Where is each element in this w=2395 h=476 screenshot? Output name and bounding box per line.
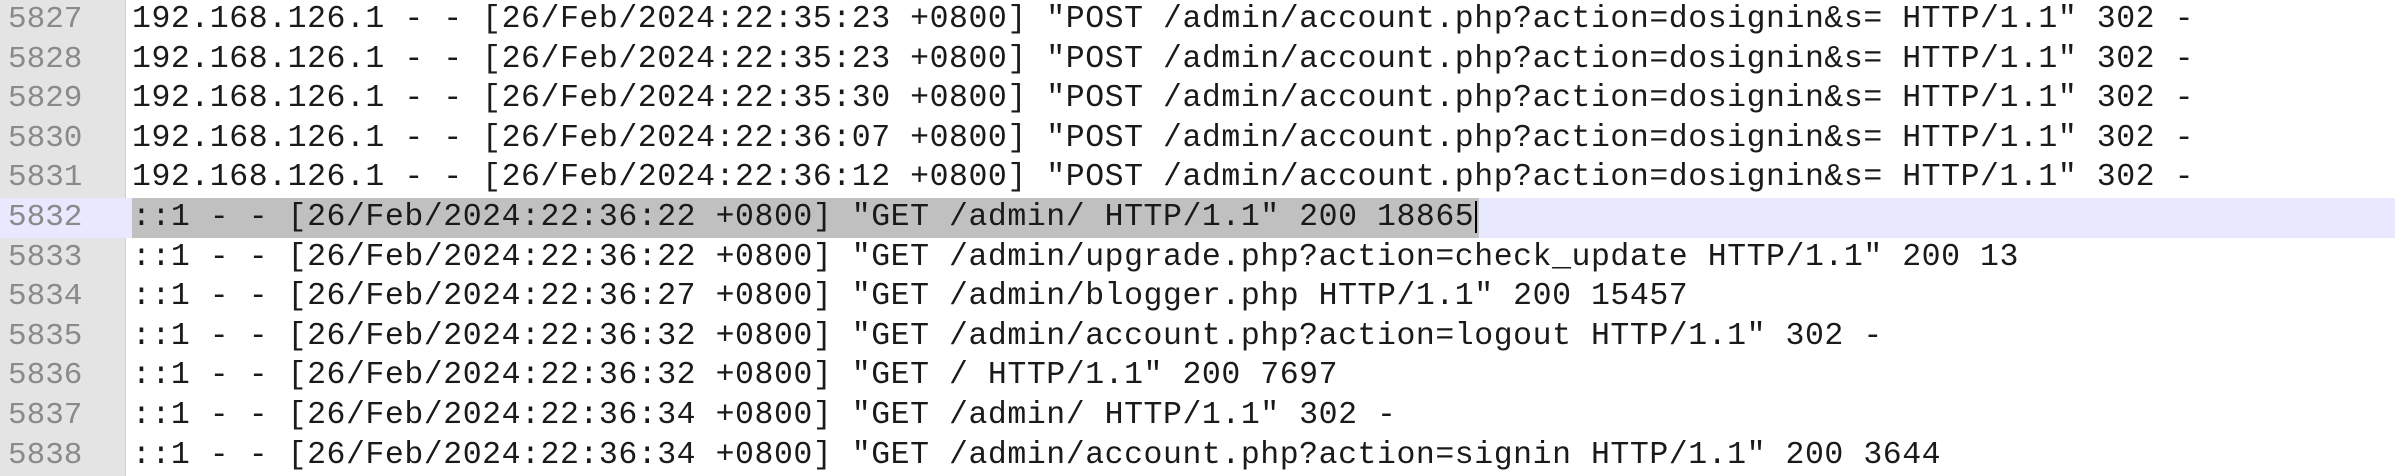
line-number: 5831 — [8, 160, 83, 196]
editor-line[interactable]: 5837 ::1 - - [26/Feb/2024:22:36:34 +0800… — [0, 396, 2395, 436]
editor-line[interactable]: 5831 192.168.126.1 - - [26/Feb/2024:22:3… — [0, 158, 2395, 198]
editor-line[interactable]: 5833 ::1 - - [26/Feb/2024:22:36:22 +0800… — [0, 238, 2395, 278]
line-text[interactable]: 192.168.126.1 - - [26/Feb/2024:22:35:30 … — [132, 79, 2194, 119]
editor-line[interactable]: 5829 192.168.126.1 - - [26/Feb/2024:22:3… — [0, 79, 2395, 119]
line-text[interactable]: ::1 - - [26/Feb/2024:22:36:34 +0800] "GE… — [132, 436, 1941, 476]
editor-line[interactable]: 5834 ::1 - - [26/Feb/2024:22:36:27 +0800… — [0, 277, 2395, 317]
editor-line[interactable]: 5828 192.168.126.1 - - [26/Feb/2024:22:3… — [0, 40, 2395, 80]
editor-line-current[interactable]: 5832 ::1 - - [26/Feb/2024:22:36:22 +0800… — [0, 197, 2395, 238]
line-number: 5828 — [8, 41, 83, 77]
line-number: 5832 — [8, 199, 83, 235]
line-number: 5829 — [8, 81, 83, 117]
line-number: 5837 — [8, 397, 83, 433]
line-number: 5835 — [8, 318, 83, 354]
line-text[interactable]: ::1 - - [26/Feb/2024:22:36:27 +0800] "GE… — [132, 277, 1688, 317]
line-text[interactable]: 192.168.126.1 - - [26/Feb/2024:22:36:12 … — [132, 158, 2194, 198]
line-number: 5833 — [8, 239, 83, 275]
line-text[interactable]: ::1 - - [26/Feb/2024:22:36:22 +0800] "GE… — [132, 238, 2019, 278]
text-caret — [1475, 200, 1478, 233]
line-number: 5827 — [8, 2, 83, 37]
editor-line[interactable]: 5836 ::1 - - [26/Feb/2024:22:36:32 +0800… — [0, 356, 2395, 396]
editor-lines[interactable]: 5827 192.168.126.1 - - [26/Feb/2024:22:3… — [0, 0, 2395, 475]
line-text[interactable]: ::1 - - [26/Feb/2024:22:36:34 +0800] "GE… — [132, 396, 1396, 436]
line-text[interactable]: 192.168.126.1 - - [26/Feb/2024:22:36:07 … — [132, 119, 2194, 159]
line-number: 5838 — [8, 437, 83, 473]
editor-line[interactable]: 5827 192.168.126.1 - - [26/Feb/2024:22:3… — [0, 0, 2395, 40]
editor-line[interactable]: 5835 ::1 - - [26/Feb/2024:22:36:32 +0800… — [0, 317, 2395, 357]
line-text[interactable]: ::1 - - [26/Feb/2024:22:36:32 +0800] "GE… — [132, 317, 1883, 357]
line-text[interactable]: ::1 - - [26/Feb/2024:22:36:22 +0800] "GE… — [132, 200, 1474, 235]
line-text[interactable]: 192.168.126.1 - - [26/Feb/2024:22:35:23 … — [132, 0, 2194, 40]
editor-line[interactable]: 5830 192.168.126.1 - - [26/Feb/2024:22:3… — [0, 119, 2395, 159]
text-editor[interactable]: 5827 192.168.126.1 - - [26/Feb/2024:22:3… — [0, 0, 2395, 476]
line-number: 5830 — [8, 120, 83, 156]
selected-line-text[interactable]: ::1 - - [26/Feb/2024:22:36:22 +0800] "GE… — [132, 197, 1480, 238]
line-number: 5834 — [8, 279, 83, 315]
line-text[interactable]: 192.168.126.1 - - [26/Feb/2024:22:35:23 … — [132, 40, 2194, 80]
line-number: 5836 — [8, 358, 83, 394]
editor-line[interactable]: 5838 ::1 - - [26/Feb/2024:22:36:34 +0800… — [0, 436, 2395, 476]
line-text[interactable]: ::1 - - [26/Feb/2024:22:36:32 +0800] "GE… — [132, 356, 1338, 396]
